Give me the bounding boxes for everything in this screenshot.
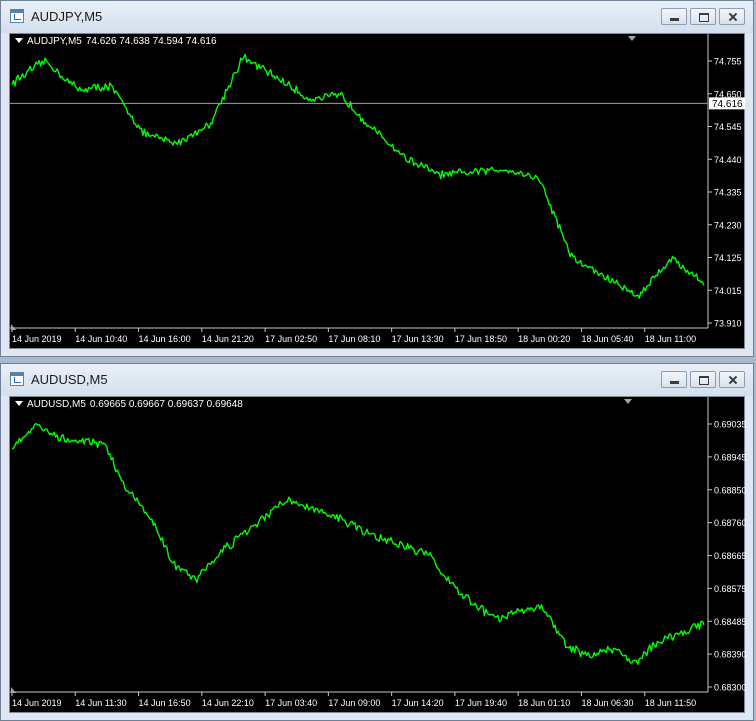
price-line bbox=[11, 422, 705, 665]
price-axis-label: 0.68485 bbox=[714, 617, 746, 627]
time-axis-label: 14 Jun 2019 bbox=[12, 698, 62, 708]
chart-window-audusd[interactable]: AUDUSD,M5 0.69035 0.68945 0.68850 0.68760 0.… bbox=[0, 363, 754, 721]
title-bar[interactable]: AUDUSD,M5 bbox=[1, 364, 753, 396]
price-axis-label: 0.68760 bbox=[714, 518, 746, 528]
window-title: AUDJPY,M5 bbox=[31, 9, 103, 24]
close-button[interactable] bbox=[719, 8, 745, 25]
maximize-button[interactable] bbox=[690, 8, 716, 25]
time-axis-label: 17 Jun 19:40 bbox=[455, 698, 507, 708]
chart-canvas[interactable]: 74.75574.65074.54574.44074.33574.23074.1… bbox=[10, 34, 746, 350]
scroll-marker-icon[interactable] bbox=[624, 399, 632, 404]
maximize-button[interactable] bbox=[690, 371, 716, 388]
time-axis-label: 17 Jun 13:30 bbox=[392, 334, 444, 344]
title-bar[interactable]: AUDJPY,M5 bbox=[1, 1, 753, 33]
current-price-label: 74.616 bbox=[712, 99, 743, 110]
collapse-arrow-icon[interactable] bbox=[15, 401, 23, 406]
price-axis-label: 0.68575 bbox=[714, 584, 746, 594]
window-title: AUDUSD,M5 bbox=[31, 372, 108, 387]
price-axis-label: 73.910 bbox=[714, 319, 742, 329]
time-axis-label: 14 Jun 16:00 bbox=[139, 334, 191, 344]
price-axis-label: 74.545 bbox=[714, 122, 742, 132]
time-axis-label: 14 Jun 11:30 bbox=[75, 698, 126, 708]
time-axis-label: 14 Jun 21:20 bbox=[202, 334, 254, 344]
time-axis-label: 17 Jun 08:10 bbox=[328, 334, 380, 344]
time-axis-label: 18 Jun 11:50 bbox=[645, 698, 696, 708]
price-axis-label: 0.68945 bbox=[714, 452, 746, 462]
price-axis-label: 74.230 bbox=[714, 220, 742, 230]
price-chart[interactable]: 74.755 74.650 74.545 74.440 74.335 74.230 74.1… bbox=[9, 33, 745, 349]
ohlc-values: 0.69665 0.69667 0.69637 0.69648 bbox=[89, 399, 243, 410]
chart-window-audjpy[interactable]: AUDJPY,M5 74.755 74.650 74.545 74.440 74.335… bbox=[0, 0, 754, 357]
price-axis-label: 74.440 bbox=[714, 155, 742, 165]
time-axis-label: 14 Jun 2019 bbox=[12, 334, 62, 344]
ohlc-values: 74.626 74.638 74.594 74.616 bbox=[85, 36, 217, 47]
price-axis-label: 0.68850 bbox=[714, 485, 746, 495]
price-line bbox=[11, 53, 705, 299]
price-axis-label: 0.68300 bbox=[714, 683, 746, 693]
price-axis-label: 0.68665 bbox=[714, 551, 746, 561]
close-button[interactable] bbox=[719, 371, 745, 388]
time-axis-label: 17 Jun 09:00 bbox=[328, 698, 380, 708]
collapse-arrow-icon[interactable] bbox=[15, 38, 23, 43]
chart-window-icon bbox=[10, 9, 24, 23]
price-axis-label: 0.69035 bbox=[714, 420, 746, 430]
time-axis-label: 17 Jun 18:50 bbox=[455, 334, 507, 344]
price-axis-label: 74.755 bbox=[714, 57, 742, 67]
symbol-info: AUDJPY,M5 74.626 74.638 74.594 74.616 bbox=[15, 36, 217, 47]
chart-canvas[interactable]: 0.69035 0.68945 0.68850 0.68760 0.68665 0.685… bbox=[10, 397, 746, 714]
time-axis-label: 18 Jun 00:20 bbox=[518, 334, 570, 344]
symbol-info: AUDUSD,M5 0.69665 0.69667 0.69637 0.69648 bbox=[15, 399, 243, 410]
price-axis-label: 74.015 bbox=[714, 286, 742, 296]
time-axis-label: 14 Jun 10:40 bbox=[75, 334, 127, 344]
time-axis-label: 17 Jun 14:20 bbox=[392, 698, 444, 708]
scroll-marker-icon[interactable] bbox=[628, 36, 636, 41]
price-axis-label: 0.68390 bbox=[714, 650, 746, 660]
time-axis-label: 17 Jun 02:50 bbox=[265, 334, 317, 344]
minimize-button[interactable] bbox=[661, 371, 687, 388]
time-axis-label: 18 Jun 11:00 bbox=[645, 334, 696, 344]
chart-window-icon bbox=[10, 372, 24, 386]
symbol-label: AUDJPY,M5 bbox=[27, 36, 82, 47]
chart-start-marker-icon bbox=[11, 324, 16, 330]
time-axis-label: 14 Jun 22:10 bbox=[202, 698, 254, 708]
price-axis-label: 74.335 bbox=[714, 188, 742, 198]
time-axis-label: 18 Jun 01:10 bbox=[518, 698, 570, 708]
time-axis-label: 18 Jun 05:40 bbox=[581, 334, 633, 344]
symbol-label: AUDUSD,M5 bbox=[27, 399, 86, 410]
time-axis-label: 14 Jun 16:50 bbox=[139, 698, 191, 708]
minimize-button[interactable] bbox=[661, 8, 687, 25]
time-axis-label: 17 Jun 03:40 bbox=[265, 698, 317, 708]
time-axis-label: 18 Jun 06:30 bbox=[581, 698, 633, 708]
price-chart[interactable]: 0.69035 0.68945 0.68850 0.68760 0.68665 0.685… bbox=[9, 396, 746, 714]
price-axis-label: 74.125 bbox=[714, 253, 742, 263]
